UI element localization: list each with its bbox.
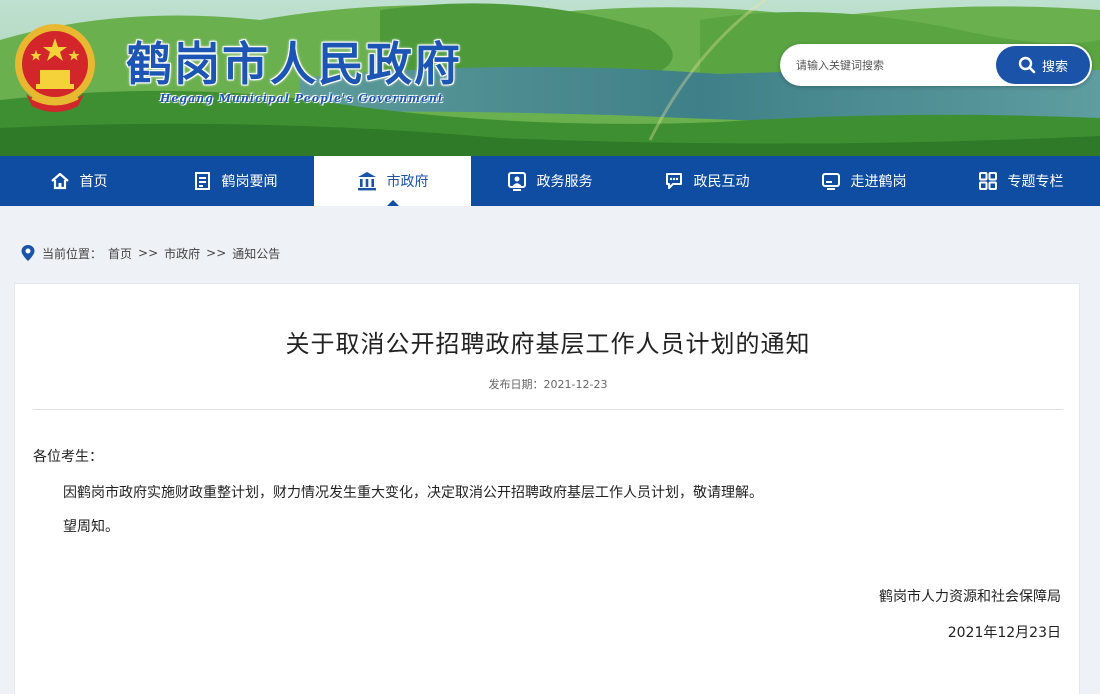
publish-date: 发布日期：2021-12-23	[15, 376, 1081, 392]
article-title: 关于取消公开招聘政府基层工作人员计划的通知	[285, 330, 811, 358]
government-building-icon	[357, 172, 376, 191]
nav-item-city-government[interactable]: 市政府	[314, 156, 471, 206]
nav-item-label: 政务服务	[536, 174, 593, 190]
search-box: 搜索	[780, 44, 1092, 86]
nav-item-public-interaction[interactable]: 政民互动	[628, 156, 785, 206]
news-icon	[194, 172, 210, 190]
article-sign-date: 2021年12月23日	[947, 625, 1061, 641]
location-pin-icon	[21, 245, 35, 261]
nav-item-label: 市政府	[386, 174, 429, 190]
chat-icon	[665, 173, 682, 189]
grid-icon	[978, 172, 997, 190]
title-divider	[33, 409, 1063, 410]
breadcrumb-item-notices[interactable]: 通知公告	[232, 245, 280, 262]
article-paragraph: 因鹤岗市政府实施财政重整计划，财力情况发生重大变化，决定取消公开招聘政府基层工作…	[63, 485, 763, 501]
nav-item-label: 首页	[79, 174, 108, 190]
breadcrumb-separator: >>	[206, 246, 227, 260]
nav-item-label: 鹤岗要闻	[221, 174, 278, 190]
home-icon	[50, 172, 69, 190]
publish-date-label: 发布日期：	[488, 378, 544, 391]
monitor-icon	[821, 173, 840, 190]
article-salutation: 各位考生：	[33, 449, 103, 465]
nav-item-special-topics[interactable]: 专题专栏	[942, 156, 1099, 206]
site-subtitle: Hegang Municipal People's Government	[160, 92, 444, 105]
header-banner: 鹤岗市人民政府 Hegang Municipal People's Govern…	[0, 0, 1100, 156]
nav-item-government-service[interactable]: 政务服务	[471, 156, 628, 206]
main-nav: 首页 鹤岗要闻 市政府 政务服务 政民互动 走进鹤岗 专题专栏	[0, 156, 1100, 206]
article-panel: 关于取消公开招聘政府基层工作人员计划的通知 发布日期：2021-12-23 各位…	[14, 283, 1080, 694]
breadcrumb-item-home[interactable]: 首页	[108, 245, 132, 262]
nav-item-label: 政民互动	[693, 174, 750, 190]
search-input[interactable]	[796, 44, 996, 86]
publish-date-value: 2021-12-23	[543, 378, 608, 391]
nav-item-label: 走进鹤岗	[850, 174, 907, 190]
breadcrumb-item-city-government[interactable]: 市政府	[164, 245, 200, 262]
nav-item-news[interactable]: 鹤岗要闻	[157, 156, 314, 206]
search-button[interactable]: 搜索	[996, 46, 1090, 84]
nav-item-label: 专题专栏	[1007, 174, 1064, 190]
nav-item-about-hegang[interactable]: 走进鹤岗	[785, 156, 942, 206]
breadcrumb: 当前位置： 首页 >> 市政府 >> 通知公告	[20, 244, 280, 262]
article-signature: 鹤岗市人力资源和社会保障局	[879, 589, 1061, 605]
nav-item-home[interactable]: 首页	[0, 156, 157, 206]
service-icon	[507, 172, 526, 191]
breadcrumb-separator: >>	[138, 246, 159, 260]
search-icon	[1018, 56, 1036, 74]
site-title[interactable]: 鹤岗市人民政府	[126, 28, 462, 94]
article-paragraph: 望周知。	[63, 519, 119, 535]
breadcrumb-prefix: 当前位置：	[42, 246, 103, 261]
national-emblem-icon	[12, 20, 98, 116]
search-button-label: 搜索	[1041, 59, 1068, 75]
